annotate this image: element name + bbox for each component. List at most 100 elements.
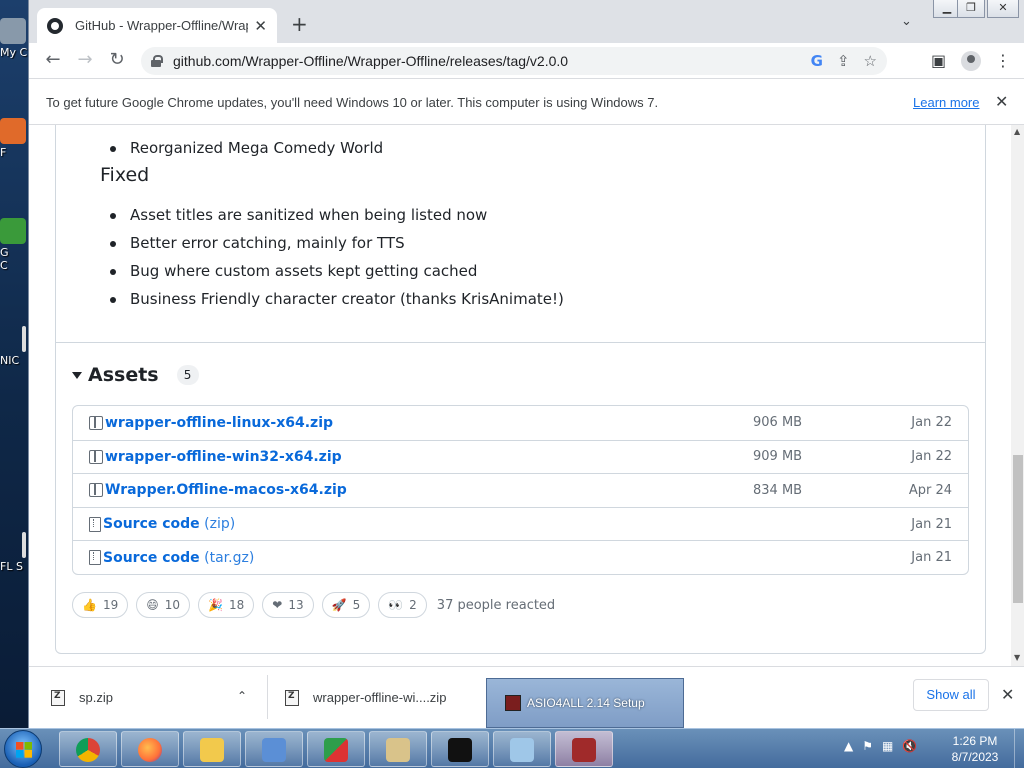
package-icon — [89, 415, 103, 430]
control-panel-task-button[interactable] — [245, 731, 303, 767]
app-3d-task-button[interactable] — [307, 731, 365, 767]
firefox-icon — [138, 738, 162, 762]
show-desktop-button[interactable] — [1014, 729, 1024, 768]
desktop-icon-nic[interactable]: NIC — [0, 326, 28, 367]
assets-heading: Assets — [88, 364, 159, 386]
fixed-list: Asset titles are sanitized when being li… — [104, 201, 564, 313]
clock-time: 1:26 PM — [952, 734, 998, 748]
asset-link[interactable]: wrapper-offline-linux-x64.zip — [105, 415, 333, 431]
page-content: Reorganized Mega Comedy World Fixed Asse… — [29, 125, 1011, 666]
network-icon[interactable]: ▦ — [882, 739, 893, 753]
google-icon[interactable]: G — [811, 52, 823, 70]
browser-toolbar: ← → ↻ github.com/Wrapper-Offline/Wrapper… — [29, 43, 1024, 79]
heart-icon: ❤ — [272, 598, 283, 612]
download-item[interactable]: wrapper-offline-wi....zip — [285, 667, 446, 728]
firefox-task-button[interactable] — [121, 731, 179, 767]
action-center-flag-icon[interactable]: ⚑ — [862, 739, 873, 753]
asset-date: Jan 21 — [911, 550, 952, 566]
new-tab-button[interactable]: + — [291, 12, 308, 36]
reload-icon[interactable]: ↻ — [105, 49, 129, 70]
cmd-task-button[interactable] — [431, 731, 489, 767]
page-scrollbar[interactable]: ▲ ▼ — [1011, 125, 1024, 666]
desktop-icon-fl-studio[interactable]: FL S — [0, 532, 28, 573]
hooray-reaction[interactable]: 🎉 18 — [198, 592, 255, 618]
download-filename: sp.zip — [79, 690, 113, 705]
bookmark-star-icon[interactable]: ☆ — [864, 52, 877, 70]
chevron-up-icon[interactable]: ⌃ — [237, 689, 247, 703]
asset-link[interactable]: Wrapper.Offline-macos-x64.zip — [105, 482, 347, 498]
heart-reaction[interactable]: ❤ 13 — [262, 592, 314, 618]
desktop-icon-label: FL S — [0, 560, 23, 573]
notepad-task-button[interactable] — [493, 731, 551, 767]
tab-close-icon[interactable]: ✕ — [254, 17, 267, 35]
close-window-button[interactable]: ✕ — [987, 0, 1019, 18]
explorer-task-button[interactable] — [183, 731, 241, 767]
share-icon[interactable]: ⇪ — [837, 52, 850, 70]
eyes-icon: 👀 — [388, 598, 404, 612]
asset-link[interactable]: Source code (tar.gz) — [103, 550, 254, 566]
desktop-icon-my-computer[interactable]: My C — [0, 18, 28, 59]
desktop-icon-g[interactable]: GC — [0, 218, 28, 272]
infobar-close-icon[interactable]: ✕ — [995, 92, 1008, 111]
zip-file-icon — [51, 689, 65, 706]
eyes-reaction[interactable]: 👀 2 — [378, 592, 427, 618]
profile-avatar-icon[interactable] — [961, 51, 981, 71]
volume-muted-icon[interactable]: 🔇 — [902, 739, 917, 753]
start-button[interactable] — [4, 730, 42, 768]
list-item: Bug where custom assets kept getting cac… — [104, 257, 564, 285]
folder-icon — [200, 738, 224, 762]
tab-strip: GitHub - Wrapper-Offline/Wrapper ✕ + ⌄ ▁… — [29, 0, 1024, 43]
forward-arrow-icon[interactable]: → — [73, 49, 97, 70]
address-bar[interactable]: github.com/Wrapper-Offline/Wrapper-Offli… — [141, 47, 887, 75]
laugh-reaction[interactable]: 😄 10 — [136, 592, 191, 618]
installer-task-button[interactable] — [369, 731, 427, 767]
update-infobar: To get future Google Chrome updates, you… — [29, 80, 1024, 125]
back-arrow-icon[interactable]: ← — [41, 49, 65, 70]
asset-date: Jan 22 — [911, 415, 952, 431]
asset-size: 909 MB — [753, 449, 803, 465]
chrome-icon — [76, 738, 100, 762]
assets-toggle[interactable]: Assets 5 — [72, 364, 199, 386]
scroll-up-icon[interactable]: ▲ — [1014, 127, 1020, 136]
learn-more-link[interactable]: Learn more — [913, 95, 979, 110]
terminal-icon — [448, 738, 472, 762]
side-panel-icon[interactable]: ▣ — [931, 51, 946, 70]
control-panel-icon — [262, 738, 286, 762]
asset-row: Source code (tar.gz) Jan 21 — [73, 540, 968, 574]
desktop-icon-label: F — [0, 146, 7, 159]
taskbar-clock[interactable]: 1:26 PM 8/7/2023 — [940, 733, 1010, 765]
list-item: Business Friendly character creator (tha… — [104, 285, 564, 313]
tab-search-chevron-icon[interactable]: ⌄ — [901, 14, 912, 29]
desktop-icon-f[interactable]: F — [0, 118, 28, 159]
download-item[interactable]: sp.zip — [51, 667, 113, 728]
url-text[interactable]: github.com/Wrapper-Offline/Wrapper-Offli… — [173, 53, 568, 69]
tray-chevron-up-icon[interactable]: ▲ — [844, 739, 853, 753]
restore-button[interactable]: ❐ — [957, 0, 985, 18]
scroll-thumb[interactable] — [1013, 455, 1023, 603]
asset-link[interactable]: wrapper-offline-win32-x64.zip — [105, 449, 342, 465]
laugh-icon: 😄 — [146, 598, 159, 612]
chrome-task-button[interactable] — [59, 731, 117, 767]
asset-link[interactable]: Source code (zip) — [103, 516, 235, 532]
taskbar-window-preview[interactable]: ASIO4ALL 2.14 Setup — [486, 678, 684, 728]
3d-app-icon — [324, 738, 348, 762]
shelf-close-icon[interactable]: ✕ — [1001, 685, 1014, 704]
asio4all-task-button[interactable] — [555, 731, 613, 767]
scroll-down-icon[interactable]: ▼ — [1014, 653, 1020, 662]
thumbs-up-icon: 👍 — [82, 598, 97, 612]
asset-row: wrapper-offline-win32-x64.zip 909 MB Jan… — [73, 439, 968, 474]
show-all-button[interactable]: Show all — [913, 679, 989, 711]
chrome-window: GitHub - Wrapper-Offline/Wrapper ✕ + ⌄ ▁… — [28, 0, 1024, 728]
thumbs-up-reaction[interactable]: 👍 19 — [72, 592, 129, 618]
menu-kebab-icon[interactable]: ⋮ — [995, 51, 1011, 70]
asio4all-icon — [572, 738, 596, 762]
asset-size: 906 MB — [753, 415, 803, 431]
assets-count-badge: 5 — [176, 365, 199, 385]
reactions-bar: 👍 19 😄 10 🎉 18 ❤ 13 🚀 5 👀 2 37 people reacted — [72, 592, 555, 618]
rocket-reaction[interactable]: 🚀 5 — [321, 592, 371, 618]
lock-icon[interactable] — [151, 55, 163, 67]
tab-github-release[interactable]: GitHub - Wrapper-Offline/Wrapper ✕ — [37, 8, 277, 43]
asset-row: Wrapper.Offline-macos-x64.zip 834 MB Apr… — [73, 473, 968, 507]
zip-file-icon — [285, 689, 299, 706]
desktop-icon-label: G — [0, 246, 9, 259]
